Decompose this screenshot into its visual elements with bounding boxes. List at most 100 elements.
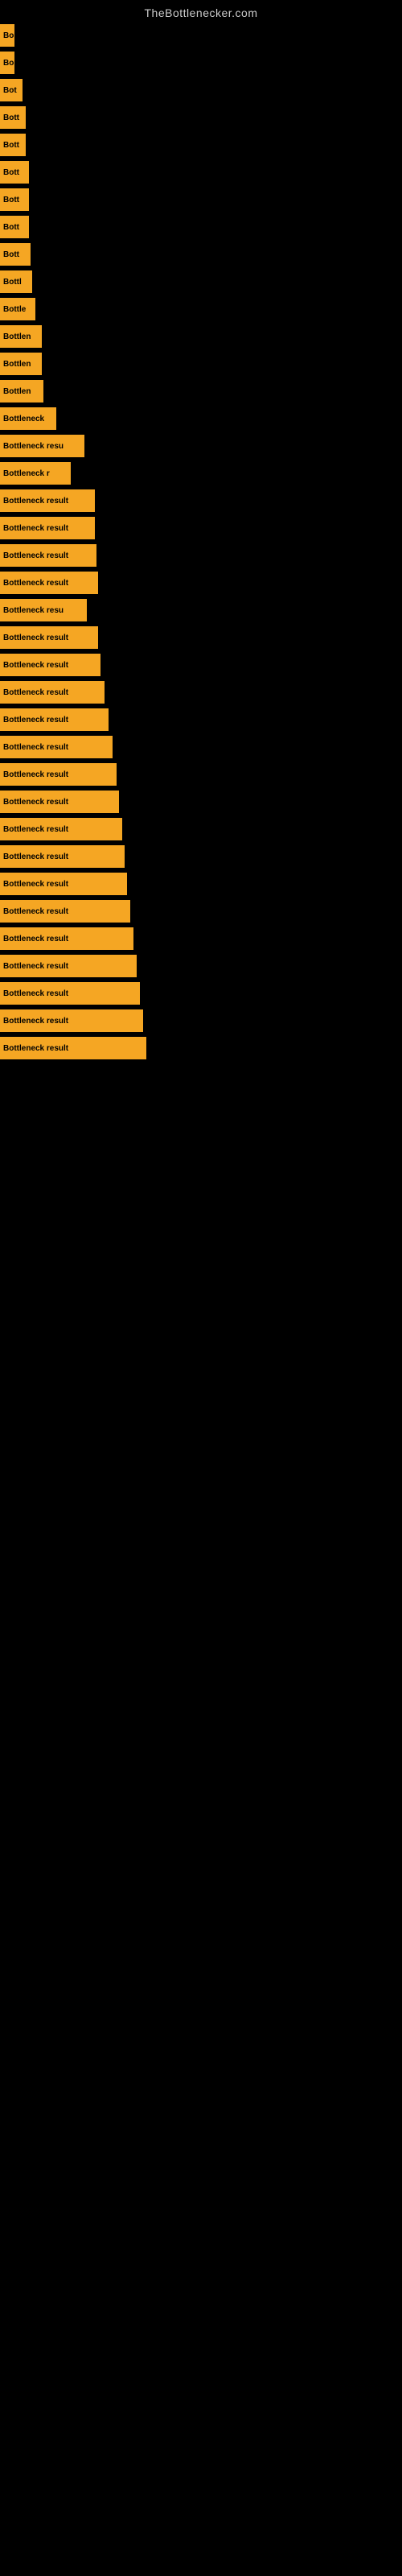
bar-row: Bottleneck result [0, 762, 402, 787]
bar-label: Bottleneck result [3, 497, 68, 506]
bar-label: Bottleneck result [3, 770, 68, 779]
bar-row: Bott [0, 132, 402, 158]
bar-item: Bottleneck result [0, 845, 125, 868]
bar-row: Bottleneck result [0, 543, 402, 568]
bar-item: Bottleneck result [0, 900, 130, 923]
bar-label: Bottleneck result [3, 825, 68, 834]
bar-row: Bottleneck result [0, 816, 402, 842]
bar-item: Bottleneck result [0, 791, 119, 813]
bar-label: Bottlen [3, 332, 31, 341]
bar-label: Bott [3, 223, 19, 232]
bar-row: Bottleneck result [0, 1008, 402, 1034]
bar-label: Bottleneck result [3, 688, 68, 697]
bar-label: Bottl [3, 278, 22, 287]
bar-label: Bottleneck r [3, 469, 50, 478]
bar-item: Bottleneck result [0, 544, 96, 567]
bar-row: Bottl [0, 269, 402, 295]
bar-item: Bott [0, 188, 29, 211]
bar-label: Bot [3, 86, 17, 95]
bar-item: Bottleneck [0, 407, 56, 430]
bar-row: Bottleneck resu [0, 433, 402, 459]
bar-label: Bottleneck result [3, 1044, 68, 1053]
bar-row: Bottleneck result [0, 844, 402, 869]
bar-row: Bo [0, 50, 402, 76]
bar-item: Bottlen [0, 380, 43, 402]
bar-label: Bottleneck result [3, 852, 68, 861]
bar-item: Bottle [0, 298, 35, 320]
bar-item: Bo [0, 52, 14, 74]
bar-item: Bottlen [0, 353, 42, 375]
bar-row: Bottleneck result [0, 679, 402, 705]
bar-label: Bottleneck resu [3, 606, 64, 615]
bar-label: Bottleneck result [3, 634, 68, 642]
bar-item: Bottleneck result [0, 873, 127, 895]
bar-item: Bottleneck resu [0, 435, 84, 457]
bar-row: Bott [0, 242, 402, 267]
bar-row: Bottleneck resu [0, 597, 402, 623]
bar-label: Bottleneck result [3, 579, 68, 588]
bar-label: Bottleneck result [3, 880, 68, 889]
bar-row: Bottleneck result [0, 707, 402, 733]
bar-label: Bott [3, 141, 19, 150]
bar-item: Bottleneck result [0, 708, 109, 731]
bar-item: Bottleneck result [0, 736, 113, 758]
bar-item: Bottleneck result [0, 517, 95, 539]
bar-item: Bottleneck result [0, 763, 117, 786]
bar-label: Bottle [3, 305, 26, 314]
bar-label: Bo [3, 59, 14, 68]
bar-row: Bottleneck result [0, 898, 402, 924]
bar-item: Bottleneck result [0, 1009, 143, 1032]
bar-row: Bottleneck result [0, 515, 402, 541]
bar-item: Bott [0, 106, 26, 129]
bar-item: Bottleneck resu [0, 599, 87, 621]
bar-item: Bottleneck result [0, 654, 100, 676]
bar-item: Bottlen [0, 325, 42, 348]
bar-label: Bottleneck result [3, 962, 68, 971]
bar-item: Bo [0, 24, 14, 47]
bar-item: Bottleneck result [0, 818, 122, 840]
bar-row: Bottle [0, 296, 402, 322]
bar-item: Bottleneck result [0, 982, 140, 1005]
bars-container: Bo Bo Bot Bott Bott Bott Bott Bott Bott Bottl Bott… [0, 23, 402, 1061]
bar-item: Bot [0, 79, 23, 101]
bar-label: Bottleneck result [3, 661, 68, 670]
bar-label: Bottleneck result [3, 907, 68, 916]
bar-row: Bottleneck result [0, 734, 402, 760]
bar-item: Bottleneck result [0, 626, 98, 649]
bar-label: Bottlen [3, 387, 31, 396]
bar-row: Bottleneck result [0, 488, 402, 514]
bar-row: Bott [0, 214, 402, 240]
bar-row: Bott [0, 105, 402, 130]
bar-label: Bottlen [3, 360, 31, 369]
bar-row: Bottleneck result [0, 871, 402, 897]
bar-row: Bottlen [0, 324, 402, 349]
bar-row: Bottlen [0, 378, 402, 404]
site-title: TheBottlenecker.com [0, 0, 402, 23]
bar-label: Bottleneck result [3, 743, 68, 752]
bar-item: Bottleneck result [0, 572, 98, 594]
bar-item: Bott [0, 243, 31, 266]
bar-label: Bottleneck [3, 415, 44, 423]
bar-label: Bottleneck result [3, 551, 68, 560]
bar-row: Bottleneck result [0, 980, 402, 1006]
bar-label: Bottleneck result [3, 1017, 68, 1026]
bar-row: Bo [0, 23, 402, 48]
bar-item: Bottleneck result [0, 955, 137, 977]
bar-row: Bott [0, 187, 402, 213]
bar-row: Bottleneck r [0, 460, 402, 486]
bar-item: Bottleneck r [0, 462, 71, 485]
bar-label: Bott [3, 196, 19, 204]
bar-row: Bott [0, 159, 402, 185]
bar-row: Bottleneck result [0, 1035, 402, 1061]
bar-item: Bottleneck result [0, 489, 95, 512]
bar-row: Bottleneck result [0, 652, 402, 678]
bar-label: Bott [3, 168, 19, 177]
bar-label: Bottleneck result [3, 935, 68, 943]
bar-row: Bot [0, 77, 402, 103]
bar-row: Bottleneck result [0, 953, 402, 979]
bar-row: Bottlen [0, 351, 402, 377]
bar-label: Bottleneck resu [3, 442, 64, 451]
bar-label: Bottleneck result [3, 716, 68, 724]
bar-label: Bo [3, 31, 14, 40]
bar-item: Bottl [0, 270, 32, 293]
